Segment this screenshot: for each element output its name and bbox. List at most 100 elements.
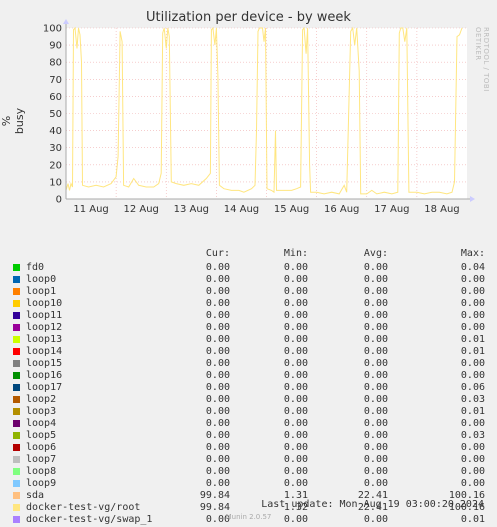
legend-value-cur: 0.00 (205, 310, 230, 321)
legend-row: loop0 0.00 0.00 0.00 0.00 (0, 274, 497, 286)
legend-row: loop5 0.00 0.00 0.00 0.03 (0, 430, 497, 442)
legend-value-cur: 0.00 (205, 322, 230, 333)
y-tick-label: 70 (49, 75, 62, 86)
legend-swatch (13, 288, 20, 295)
x-tick-label: 11 Aug (73, 204, 108, 215)
legend-series-name: loop0 (26, 274, 57, 285)
legend-value-cur: 99.84 (199, 490, 230, 501)
legend-value-max: 0.00 (460, 442, 485, 453)
legend-series-name: loop10 (26, 298, 63, 309)
legend-header-avg: Avg: (363, 248, 388, 259)
legend-series-name: loop8 (26, 466, 57, 477)
legend-swatch (13, 264, 20, 271)
legend-series-name: loop2 (26, 394, 57, 405)
legend-series-name: sda (26, 490, 45, 501)
legend-value-max: 0.00 (460, 454, 485, 465)
x-tick-label: 16 Aug (324, 204, 359, 215)
legend-value-min: 0.00 (283, 430, 308, 441)
y-tick-label: 80 (49, 58, 62, 69)
legend-row: loop11 0.00 0.00 0.00 0.00 (0, 310, 497, 322)
legend-value-avg: 0.00 (363, 466, 388, 477)
legend-value-min: 0.00 (283, 382, 308, 393)
legend-value-max: 0.03 (460, 394, 485, 405)
legend-value-min: 0.00 (283, 298, 308, 309)
legend-value-max: 0.00 (460, 322, 485, 333)
legend-series-name: loop14 (26, 346, 63, 357)
legend-row: loop14 0.00 0.00 0.00 0.01 (0, 346, 497, 358)
legend-value-min: 0.00 (283, 322, 308, 333)
legend-swatch (13, 372, 20, 379)
legend-row: loop13 0.00 0.00 0.00 0.01 (0, 334, 497, 346)
legend-value-max: 0.01 (460, 406, 485, 417)
legend-value-cur: 0.00 (205, 358, 230, 369)
legend-value-min: 0.00 (283, 310, 308, 321)
last-update: Last update: Mon Aug 19 03:00:20 2024 (261, 499, 484, 510)
legend-series-name: loop9 (26, 478, 57, 489)
y-tick-label: 20 (49, 160, 62, 171)
legend-swatch (13, 360, 20, 367)
legend-value-cur: 0.00 (205, 478, 230, 489)
legend-value-min: 0.00 (283, 394, 308, 405)
legend-series-name: loop15 (26, 358, 63, 369)
legend-value-cur: 0.00 (205, 394, 230, 405)
legend-value-cur: 0.00 (205, 382, 230, 393)
legend-value-avg: 0.00 (363, 346, 388, 357)
legend-series-name: loop4 (26, 418, 57, 429)
legend-row: loop12 0.00 0.00 0.00 0.00 (0, 322, 497, 334)
legend-row: loop15 0.00 0.00 0.00 0.00 (0, 358, 497, 370)
y-tick-label: 90 (49, 41, 62, 52)
legend-value-avg: 0.00 (363, 358, 388, 369)
legend-series-name: loop7 (26, 454, 57, 465)
legend-value-avg: 0.00 (363, 274, 388, 285)
legend-value-max: 0.01 (460, 334, 485, 345)
y-tick-label: 0 (56, 195, 62, 206)
munin-version: Munin 2.0.57 (225, 513, 272, 521)
legend-value-cur: 0.00 (205, 442, 230, 453)
legend-value-cur: 0.00 (205, 418, 230, 429)
legend-value-min: 0.00 (283, 274, 308, 285)
legend-series-name: loop1 (26, 286, 57, 297)
legend-value-max: 0.03 (460, 430, 485, 441)
legend-value-avg: 0.00 (363, 286, 388, 297)
legend-series-name: loop13 (26, 334, 63, 345)
legend-row: loop3 0.00 0.00 0.00 0.01 (0, 406, 497, 418)
legend-swatch (13, 468, 20, 475)
legend-value-cur: 0.00 (205, 454, 230, 465)
legend-value-cur: 0.00 (205, 406, 230, 417)
legend-swatch (13, 444, 20, 451)
legend-value-avg: 0.00 (363, 334, 388, 345)
legend-row: fd0 0.00 0.00 0.00 0.04 (0, 262, 497, 274)
legend-value-cur: 0.00 (205, 262, 230, 273)
legend-value-cur: 0.00 (205, 274, 230, 285)
x-axis-arrow (470, 196, 475, 202)
legend-series-name: loop16 (26, 370, 63, 381)
legend-value-min: 0.00 (283, 286, 308, 297)
legend-value-cur: 0.00 (205, 346, 230, 357)
legend-series-name: loop5 (26, 430, 57, 441)
legend-value-max: 0.00 (460, 478, 485, 489)
x-tick-label: 12 Aug (123, 204, 158, 215)
legend-value-max: 0.06 (460, 382, 485, 393)
legend-value-avg: 0.00 (363, 442, 388, 453)
legend-value-avg: 0.00 (363, 382, 388, 393)
legend-value-min: 0.00 (283, 478, 308, 489)
legend-value-avg: 0.00 (363, 310, 388, 321)
legend-swatch (13, 336, 20, 343)
legend-row: loop7 0.00 0.00 0.00 0.00 (0, 454, 497, 466)
legend-header-min: Min: (283, 248, 308, 259)
legend-swatch (13, 276, 20, 283)
legend-row: loop16 0.00 0.00 0.00 0.00 (0, 370, 497, 382)
legend-value-avg: 0.00 (363, 298, 388, 309)
legend-swatch (13, 432, 20, 439)
legend-value-max: 0.00 (460, 310, 485, 321)
legend-value-min: 0.00 (283, 262, 308, 273)
legend-value-avg: 0.00 (363, 454, 388, 465)
y-tick-label: 10 (49, 177, 62, 188)
legend-header-max: Max: (460, 248, 485, 259)
legend-swatch (13, 480, 20, 487)
legend-swatch (13, 300, 20, 307)
legend-header: Cur: Min: Avg: Max: (0, 248, 497, 261)
legend-value-max: 0.00 (460, 370, 485, 381)
y-tick-label: 30 (49, 143, 62, 154)
legend-value-avg: 0.00 (363, 430, 388, 441)
